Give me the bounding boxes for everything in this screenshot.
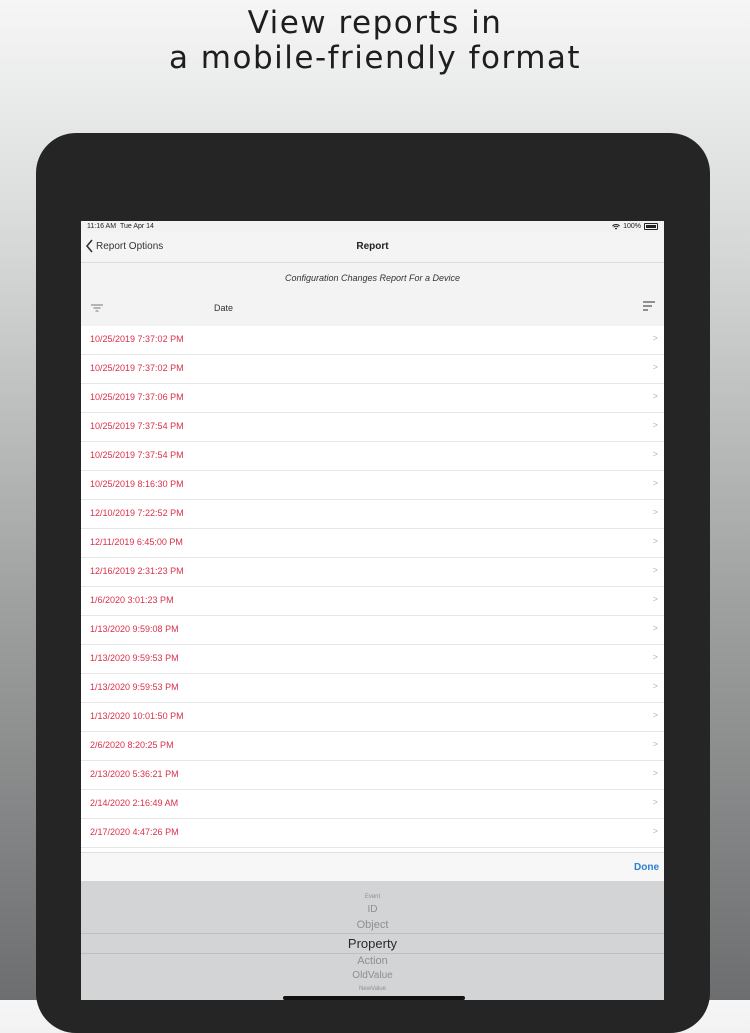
chevron-right-icon: > [652,449,658,459]
row-date: 10/25/2019 8:16:30 PM [90,479,184,489]
wifi-icon [612,223,621,230]
table-row[interactable]: 12/11/2019 6:45:00 PM > [81,529,664,558]
picker-option[interactable]: Action [81,955,664,967]
headline-line-1: View reports in [247,5,503,41]
report-list: 10/25/2019 7:37:02 PM >10/25/2019 7:37:02… [81,326,664,848]
row-date: 1/13/2020 9:59:53 PM [90,653,179,663]
table-row[interactable]: 10/25/2019 7:37:54 PM > [81,413,664,442]
row-date: 1/13/2020 10:01:50 PM [90,711,184,721]
chevron-right-icon: > [652,768,658,778]
table-row[interactable]: 1/13/2020 9:59:53 PM > [81,645,664,674]
row-date: 10/25/2019 7:37:06 PM [90,392,184,402]
chevron-right-icon: > [652,362,658,372]
sort-icon[interactable] [642,300,656,314]
row-date: 2/14/2020 2:16:49 AM [90,798,179,808]
table-row[interactable]: 1/13/2020 9:59:53 PM > [81,674,664,703]
chevron-right-icon: > [652,681,658,691]
chevron-right-icon: > [652,536,658,546]
table-row[interactable]: 2/14/2020 2:16:49 AM > [81,790,664,819]
filter-icon[interactable] [90,303,104,313]
chevron-right-icon: > [652,739,658,749]
chevron-right-icon: > [652,797,658,807]
table-row[interactable]: 10/25/2019 7:37:02 PM > [81,326,664,355]
picker-option[interactable]: NewValue [81,986,664,992]
picker-option[interactable]: Object [81,919,664,931]
nav-bar: Report Options Report [81,232,664,263]
table-row[interactable]: 2/13/2020 5:36:21 PM > [81,761,664,790]
battery-percent: 100% [623,223,641,230]
table-row[interactable]: 2/6/2020 8:20:25 PM > [81,732,664,761]
row-date: 1/13/2020 9:59:08 PM [90,624,179,634]
chevron-right-icon: > [652,652,658,662]
table-row[interactable]: 12/16/2019 2:31:23 PM > [81,558,664,587]
chevron-right-icon: > [652,710,658,720]
table-row[interactable]: 10/25/2019 7:37:02 PM > [81,355,664,384]
chevron-right-icon: > [652,420,658,430]
row-date: 12/11/2019 6:45:00 PM [90,537,183,547]
picker-option[interactable]: OldValue [81,971,664,981]
report-subtitle: Configuration Changes Report For a Devic… [284,273,461,283]
row-date: 10/25/2019 7:37:54 PM [90,421,184,431]
chevron-right-icon: > [652,565,658,575]
picker-option[interactable]: ID [81,905,664,915]
row-date: 1/13/2020 9:59:53 PM [90,682,179,692]
status-right: 100% [612,221,658,232]
column-picker[interactable]: Event ID Object Property Action OldValue NewVa… [81,881,664,1000]
row-date: 10/25/2019 7:37:54 PM [90,450,184,460]
table-row[interactable]: 10/25/2019 7:37:06 PM > [81,384,664,413]
row-date: 12/16/2019 2:31:23 PM [90,566,184,576]
row-date: 10/25/2019 7:37:02 PM [90,334,184,344]
table-row[interactable]: 1/13/2020 9:59:08 PM > [81,616,664,645]
row-date: 2/6/2020 8:20:25 PM [90,740,174,750]
chevron-right-icon: > [652,623,658,633]
headline-line-2: a mobile-friendly format [168,40,582,76]
page-title: Report [356,241,389,252]
column-header-date[interactable]: Date [214,303,233,313]
row-date: 2/17/2020 4:47:26 PM [90,827,179,837]
table-row[interactable]: 10/25/2019 8:16:30 PM > [81,471,664,500]
chevron-right-icon: > [652,478,658,488]
table-row[interactable]: 12/10/2019 7:22:52 PM > [81,500,664,529]
report-header: Configuration Changes Report For a Devic… [81,263,664,326]
picker-option[interactable]: Event [81,894,664,900]
picker-option[interactable]: Property [81,937,664,950]
status-time: 11:16 AM Tue Apr 14 [87,223,154,230]
table-row[interactable]: 10/25/2019 7:37:54 PM > [81,442,664,471]
done-button[interactable]: Done [634,862,659,873]
chevron-right-icon: > [652,391,658,401]
table-row[interactable]: 1/13/2020 10:01:50 PM > [81,703,664,732]
chevron-right-icon: > [652,333,658,343]
status-bar: 11:16 AM Tue Apr 14 100% [81,221,664,232]
chevron-right-icon: > [652,826,658,836]
picker-toolbar: Done [81,852,664,882]
tablet-screen: 11:16 AM Tue Apr 14 100% Report Options … [81,221,664,1000]
table-row[interactable]: 2/17/2020 4:47:26 PM > [81,819,664,848]
table-row[interactable]: 1/6/2020 3:01:23 PM > [81,587,664,616]
battery-icon [644,223,658,230]
row-date: 2/13/2020 5:36:21 PM [90,769,179,779]
headline: View reports in a mobile-friendly format [0,6,750,76]
row-date: 1/6/2020 3:01:23 PM [90,595,174,605]
home-indicator [283,996,465,1000]
row-date: 12/10/2019 7:22:52 PM [90,508,184,518]
chevron-right-icon: > [652,594,658,604]
row-date: 10/25/2019 7:37:02 PM [90,363,184,373]
chevron-right-icon: > [652,507,658,517]
